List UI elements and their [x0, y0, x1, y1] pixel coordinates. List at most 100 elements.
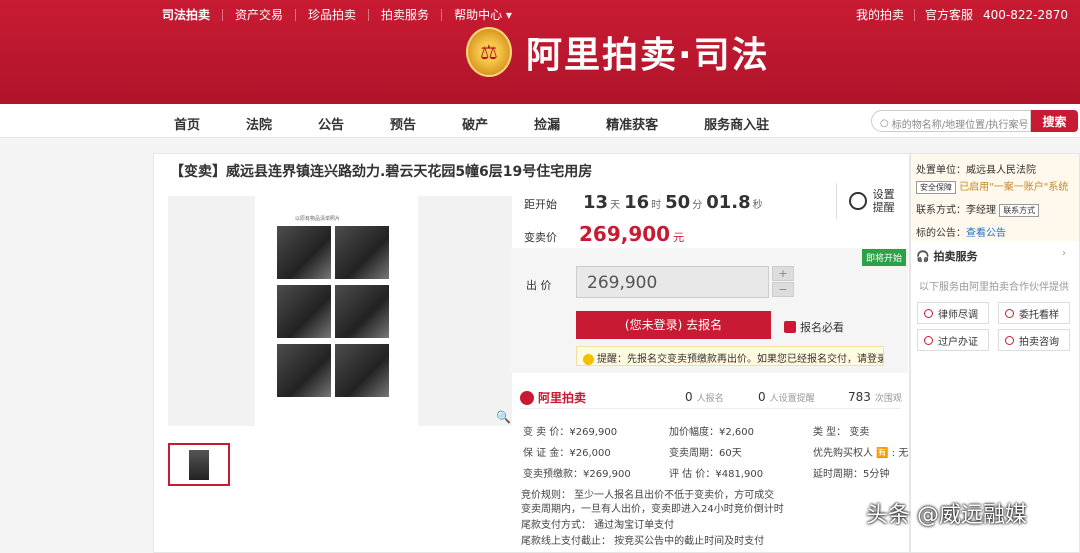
countdown-hours-unit: 时	[651, 200, 662, 211]
view-count: 783 次围观	[848, 390, 902, 404]
nav-provider[interactable]: 服务商入驻	[704, 114, 769, 133]
doc-photo	[335, 344, 389, 397]
ali-auction-logo-icon	[520, 390, 534, 405]
set-reminder-label: 设置提醒	[872, 188, 895, 214]
bid-input[interactable]: 269,900	[576, 266, 769, 298]
top-link-help[interactable]: 帮助中心 ▾	[441, 9, 524, 21]
brand-label: 阿里拍卖	[538, 391, 587, 405]
rule-line: 变卖周期内，一旦有人出价，变卖即进入24小时竞价倒计时	[521, 504, 784, 515]
main-nav: 首页 法院 公告 预告 破产 捡漏 精准获客 服务商入驻 ○ 标的物名称/地理位置…	[0, 104, 1080, 138]
nav-leads[interactable]: 精准获客	[606, 114, 658, 133]
chevron-right-icon[interactable]: ›	[1062, 248, 1066, 259]
service-lawyer[interactable]: 律师尽调	[917, 302, 989, 324]
service-consult[interactable]: 拍卖咨询	[998, 329, 1070, 351]
detail-type: 类 型： 变卖	[813, 427, 870, 438]
signup-count: 0 人报名	[685, 390, 724, 404]
countdown-seconds: 01.8	[706, 192, 751, 213]
nav-court[interactable]: 法院	[246, 114, 272, 133]
service-label: 律师尽调	[938, 309, 978, 321]
service-transfer[interactable]: 过户办证	[917, 329, 989, 351]
service-title: 🎧 拍卖服务	[916, 248, 978, 264]
bid-label: 出 价	[526, 279, 552, 292]
bulb-icon	[583, 353, 594, 365]
clock-icon	[849, 192, 867, 210]
contact-tag[interactable]: 联系方式	[999, 204, 1040, 217]
detail-appraisal: 评 估 价：¥481,900	[669, 469, 764, 480]
signup-button[interactable]: (您未登录) 去报名	[576, 311, 771, 339]
countdown-minutes-unit: 分	[692, 200, 703, 211]
doc-caption: 以原有物品清单照片	[295, 216, 341, 222]
detail-increment: 加价幅度：¥2,600	[669, 427, 754, 438]
must-see-link[interactable]: 报名必看	[784, 319, 844, 335]
top-link-services[interactable]: 拍卖服务	[368, 9, 441, 21]
decrease-button[interactable]: −	[772, 282, 794, 297]
document-icon	[924, 335, 933, 345]
countdown: 距开始 13 天 16 时 50 分 01.8 秒	[524, 192, 767, 213]
thumbnail-image	[189, 449, 209, 480]
nav-preview[interactable]: 预告	[390, 114, 416, 133]
my-auction-link[interactable]: 我的拍卖	[846, 9, 914, 21]
contact-name: 李经理	[966, 205, 996, 216]
location-icon	[1005, 308, 1014, 318]
thumbnail[interactable]	[168, 443, 230, 486]
photo-document: 以原有物品清单照片	[255, 196, 418, 426]
sidebar-notice: 标的公告：查看公告	[916, 224, 1006, 239]
unit-name[interactable]: 威远县人民法院	[966, 165, 1036, 176]
countdown-seconds-unit: 秒	[752, 200, 763, 211]
service-title-text: 拍卖服务	[933, 250, 978, 263]
increase-button[interactable]: +	[772, 266, 794, 281]
service-label: 过户办证	[938, 336, 978, 348]
rule-line: 竞价规则： 至少一人报名且出价不低于变卖价，方可成交	[521, 490, 775, 501]
signup-count-label: 人报名	[696, 394, 724, 404]
detail-deposit: 保 证 金：¥26,000	[523, 448, 611, 459]
top-nav: 司法拍卖 资产交易 珍品拍卖 拍卖服务 帮助中心 ▾	[162, 9, 524, 21]
reminder-count: 0 人设置提醒	[758, 390, 815, 404]
customer-service-link[interactable]: 官方客服	[913, 9, 983, 21]
countdown-label: 距开始	[524, 198, 557, 211]
nav-home[interactable]: 首页	[174, 114, 200, 133]
service-viewing[interactable]: 委托看样	[998, 302, 1070, 324]
countdown-minutes: 50	[665, 192, 691, 213]
sidebar-secure: 安全保障 已启用"一案一账户"系统	[916, 178, 1068, 194]
top-link-treasures[interactable]: 珍品拍卖	[295, 9, 368, 21]
zoom-icon[interactable]: 🔍	[496, 410, 511, 424]
service-label: 委托看样	[1019, 309, 1059, 321]
search-bar: ○ 标的物名称/地理位置/执行案号 搜索	[871, 110, 1078, 132]
price-value: 269,900	[579, 222, 671, 246]
doc-photo	[277, 226, 331, 279]
view-count-value: 783	[848, 390, 871, 404]
rule-line: 尾款支付方式： 通过淘宝订单支付	[521, 520, 675, 531]
set-reminder-button[interactable]: 设置提醒	[836, 183, 896, 219]
account-text[interactable]: 已启用"一案一账户"系统	[959, 182, 1068, 193]
nav-notice[interactable]: 公告	[318, 114, 344, 133]
price-label: 变卖价	[524, 231, 557, 244]
price-row: 变卖价 269,900 元	[524, 222, 684, 246]
detail-sale-price: 变 卖 价：¥269,900	[523, 427, 618, 438]
header-banner: 司法拍卖 资产交易 珍品拍卖 拍卖服务 帮助中心 ▾ 我的拍卖 官方客服 400…	[0, 0, 1080, 104]
top-link-assets[interactable]: 资产交易	[222, 9, 295, 21]
notice-label: 标的公告：	[916, 228, 966, 239]
service-label: 拍卖咨询	[1019, 336, 1059, 348]
doc-photo	[277, 285, 331, 338]
court-emblem-icon: ⚖	[466, 27, 512, 77]
sidebar-contact: 联系方式：李经理 联系方式	[916, 201, 1040, 217]
chat-icon	[1005, 335, 1014, 345]
ali-auction-brand: 阿里拍卖	[520, 389, 586, 406]
nav-bargain[interactable]: 捡漏	[534, 114, 560, 133]
must-see-label: 报名必看	[800, 321, 844, 334]
nav-bankruptcy[interactable]: 破产	[462, 114, 488, 133]
top-link-judicial[interactable]: 司法拍卖	[162, 9, 222, 21]
notice-link[interactable]: 查看公告	[966, 228, 1006, 239]
search-button[interactable]: 搜索	[1031, 110, 1078, 132]
coins-icon	[784, 321, 796, 333]
headset-icon: 🎧	[916, 250, 930, 263]
reminder-count-label: 人设置提醒	[769, 394, 815, 404]
price-unit: 元	[673, 231, 685, 244]
logo[interactable]: ⚖ 阿里拍卖·司法	[466, 26, 770, 78]
logo-text: 阿里拍卖·司法	[526, 35, 770, 76]
contact-label: 联系方式：	[916, 205, 966, 216]
phone-number: 400-822-2870	[982, 8, 1068, 22]
detail-period: 变卖周期：60天	[669, 448, 742, 459]
search-input[interactable]: ○ 标的物名称/地理位置/执行案号	[871, 110, 1031, 132]
detail-priority: 优先购买权人 🈶 : 无	[813, 448, 909, 459]
